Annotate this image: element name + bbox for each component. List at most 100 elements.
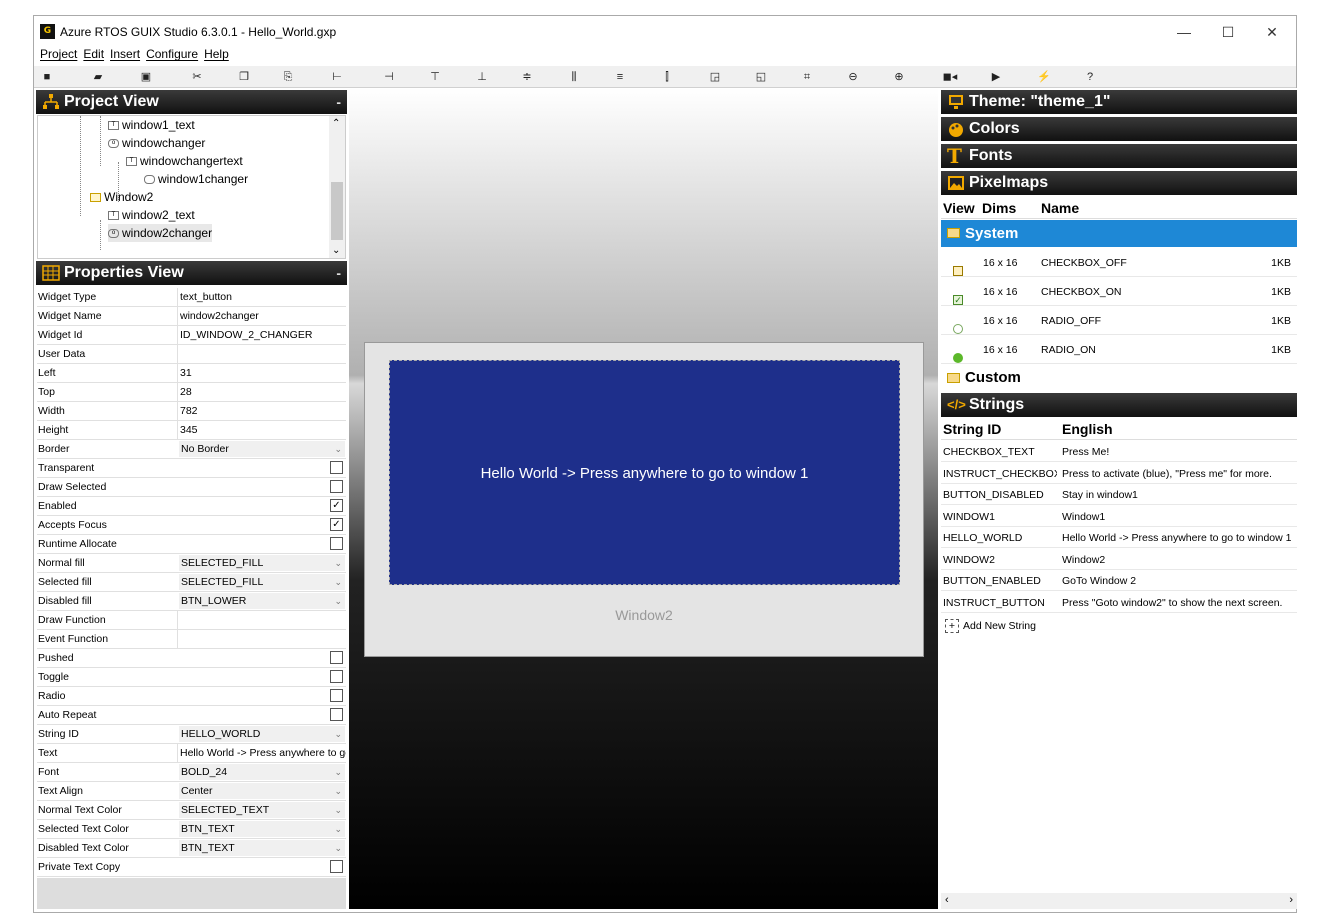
pixelmap-row[interactable]: 16 x 16 RADIO_OFF 1KB <box>941 306 1297 335</box>
minimize-button[interactable]: — <box>1162 20 1206 44</box>
help-icon[interactable]: ? <box>1081 68 1099 86</box>
fonts-header[interactable]: T Fonts <box>941 144 1297 168</box>
align-bottom-icon[interactable]: ⊥ <box>473 68 491 86</box>
menu-project[interactable]: Project <box>40 47 77 61</box>
align-left-icon[interactable]: ⊢ <box>328 68 346 86</box>
property-value-field[interactable]: ID_WINDOW_2_CHANGER <box>177 326 346 344</box>
scroll-down-icon[interactable]: ⌄ <box>332 245 340 256</box>
vspace-icon[interactable]: ≡ <box>611 68 629 86</box>
property-dropdown[interactable]: SELECTED_FILL ⌄ <box>179 555 345 571</box>
collapse-button[interactable]: - <box>336 90 341 114</box>
property-value-field[interactable] <box>177 630 346 648</box>
property-dropdown[interactable]: HELLO_WORLD ⌄ <box>179 726 345 742</box>
string-row[interactable]: BUTTON_DISABLED Stay in window1 <box>941 484 1297 505</box>
pixelmap-row[interactable]: 16 x 16 RADIO_ON 1KB <box>941 335 1297 364</box>
move-front-icon[interactable]: ◲ <box>706 68 724 86</box>
colors-header[interactable]: Colors <box>941 117 1297 141</box>
record-macro-icon[interactable]: ◼◂ <box>941 68 959 86</box>
window2-frame[interactable]: Hello World -> Press anywhere to go to w… <box>364 342 924 657</box>
equal-width-icon[interactable]: ⫿ <box>658 68 676 86</box>
property-value-field[interactable]: 28 <box>177 383 346 401</box>
scroll-left-icon[interactable]: ‹ <box>945 894 949 906</box>
string-row[interactable]: WINDOW2 Window2 <box>941 549 1297 570</box>
string-row[interactable]: WINDOW1 Window1 <box>941 506 1297 527</box>
save-icon[interactable]: ▣ <box>137 68 155 86</box>
property-value-field[interactable]: 782 <box>177 402 346 420</box>
run-icon[interactable]: ⚡ <box>1035 68 1053 86</box>
scroll-up-icon[interactable]: ⌃ <box>332 118 340 129</box>
string-row[interactable]: BUTTON_ENABLED GoTo Window 2 <box>941 570 1297 591</box>
string-row[interactable]: HELLO_WORLD Hello World -> Press anywhere… <box>941 527 1297 548</box>
property-dropdown[interactable]: No Border ⌄ <box>179 441 345 457</box>
property-dropdown[interactable]: SELECTED_FILL ⌄ <box>179 574 345 590</box>
tree-node[interactable]: Twindow2_text <box>108 206 195 224</box>
move-back-icon[interactable]: ◱ <box>752 68 770 86</box>
property-value-field[interactable] <box>177 611 346 629</box>
vcenter-icon[interactable]: ≑ <box>518 68 536 86</box>
string-row[interactable]: CHECKBOX_TEXT Press Me! <box>941 441 1297 462</box>
property-dropdown[interactable]: BTN_LOWER ⌄ <box>179 593 345 609</box>
string-row[interactable]: INSTRUCT_CHECKBOX Press to activate (blue… <box>941 463 1297 484</box>
custom-folder[interactable]: Custom <box>941 365 1297 391</box>
play-icon[interactable]: ▶ <box>987 68 1005 86</box>
pixelmap-row[interactable]: 16 x 16 CHECKBOX_OFF 1KB <box>941 248 1297 277</box>
cut-icon[interactable]: ✂ <box>188 68 206 86</box>
tree-node[interactable]: Twindow1_text <box>108 116 195 134</box>
property-checkbox[interactable]: ✓ <box>330 518 343 531</box>
menu-edit[interactable]: Edit <box>83 47 104 61</box>
window2changer-button[interactable]: Hello World -> Press anywhere to go to w… <box>389 360 900 585</box>
menu-help[interactable]: Help <box>204 47 229 61</box>
add-new-string-button[interactable]: + Add New String <box>945 617 1036 635</box>
tree-node[interactable]: Twindowchangertext <box>126 152 243 170</box>
scroll-thumb[interactable] <box>331 182 343 240</box>
scroll-right-icon[interactable]: › <box>1289 894 1293 906</box>
zoom-out-icon[interactable]: ⊖ <box>844 68 862 86</box>
property-value-field[interactable]: Hello World -> Press anywhere to go <box>177 744 346 762</box>
paste-icon[interactable]: ⎘ <box>279 68 297 86</box>
horizontal-scrollbar[interactable]: ‹ › <box>941 893 1297 909</box>
property-checkbox[interactable] <box>330 480 343 493</box>
property-dropdown[interactable]: SELECTED_TEXT ⌄ <box>179 802 345 818</box>
zoom-in-icon[interactable]: ⊕ <box>890 68 908 86</box>
property-checkbox[interactable] <box>330 651 343 664</box>
pixelmaps-header[interactable]: Pixelmaps <box>941 171 1297 195</box>
tree-node[interactable]: window1changer <box>144 170 248 188</box>
property-dropdown[interactable]: BTN_TEXT ⌄ <box>179 821 345 837</box>
collapse-button[interactable]: - <box>336 261 341 285</box>
tree-scrollbar[interactable]: ⌃ ⌄ <box>329 116 345 258</box>
pixelmap-row[interactable]: ✓ 16 x 16 CHECKBOX_ON 1KB <box>941 277 1297 306</box>
new-project-icon[interactable]: ■ <box>38 68 56 86</box>
property-dropdown[interactable]: BTN_TEXT ⌄ <box>179 840 345 856</box>
theme-header[interactable]: Theme: "theme_1" <box>941 90 1297 114</box>
hspace-icon[interactable]: ⫼ <box>565 68 583 86</box>
maximize-button[interactable]: ☐ <box>1206 20 1250 44</box>
tree-node-selected[interactable]: o window2changer <box>108 224 213 242</box>
align-top-icon[interactable]: ⊤ <box>426 68 444 86</box>
property-checkbox[interactable] <box>330 461 343 474</box>
property-checkbox[interactable] <box>330 708 343 721</box>
close-button[interactable]: ✕ <box>1250 20 1294 44</box>
property-value-field[interactable]: window2changer <box>177 307 346 325</box>
property-checkbox[interactable] <box>330 670 343 683</box>
size-to-fit-icon[interactable]: ⌗ <box>798 68 816 86</box>
design-canvas[interactable]: Hello World -> Press anywhere to go to w… <box>349 88 938 909</box>
property-checkbox[interactable]: ✓ <box>330 499 343 512</box>
property-value-field[interactable]: text_button <box>177 288 346 306</box>
property-value-field[interactable]: 345 <box>177 421 346 439</box>
tree-node[interactable]: Window2 <box>90 188 153 206</box>
strings-header[interactable]: </> Strings <box>941 393 1297 417</box>
tree-node[interactable]: o windowchanger <box>108 134 205 152</box>
property-checkbox[interactable] <box>330 537 343 550</box>
property-value-field[interactable] <box>177 345 346 363</box>
align-right-icon[interactable]: ⊣ <box>380 68 398 86</box>
property-value-field[interactable]: 31 <box>177 364 346 382</box>
system-folder[interactable]: System <box>941 220 1297 247</box>
property-dropdown[interactable]: BOLD_24 ⌄ <box>179 764 345 780</box>
property-dropdown[interactable]: Center ⌄ <box>179 783 345 799</box>
string-row[interactable]: INSTRUCT_BUTTON Press "Goto window2" to s… <box>941 592 1297 613</box>
open-project-icon[interactable]: ▰ <box>89 68 107 86</box>
menu-insert[interactable]: Insert <box>110 47 140 61</box>
property-checkbox[interactable] <box>330 689 343 702</box>
copy-icon[interactable]: ❐ <box>235 68 253 86</box>
property-checkbox[interactable] <box>330 860 343 873</box>
